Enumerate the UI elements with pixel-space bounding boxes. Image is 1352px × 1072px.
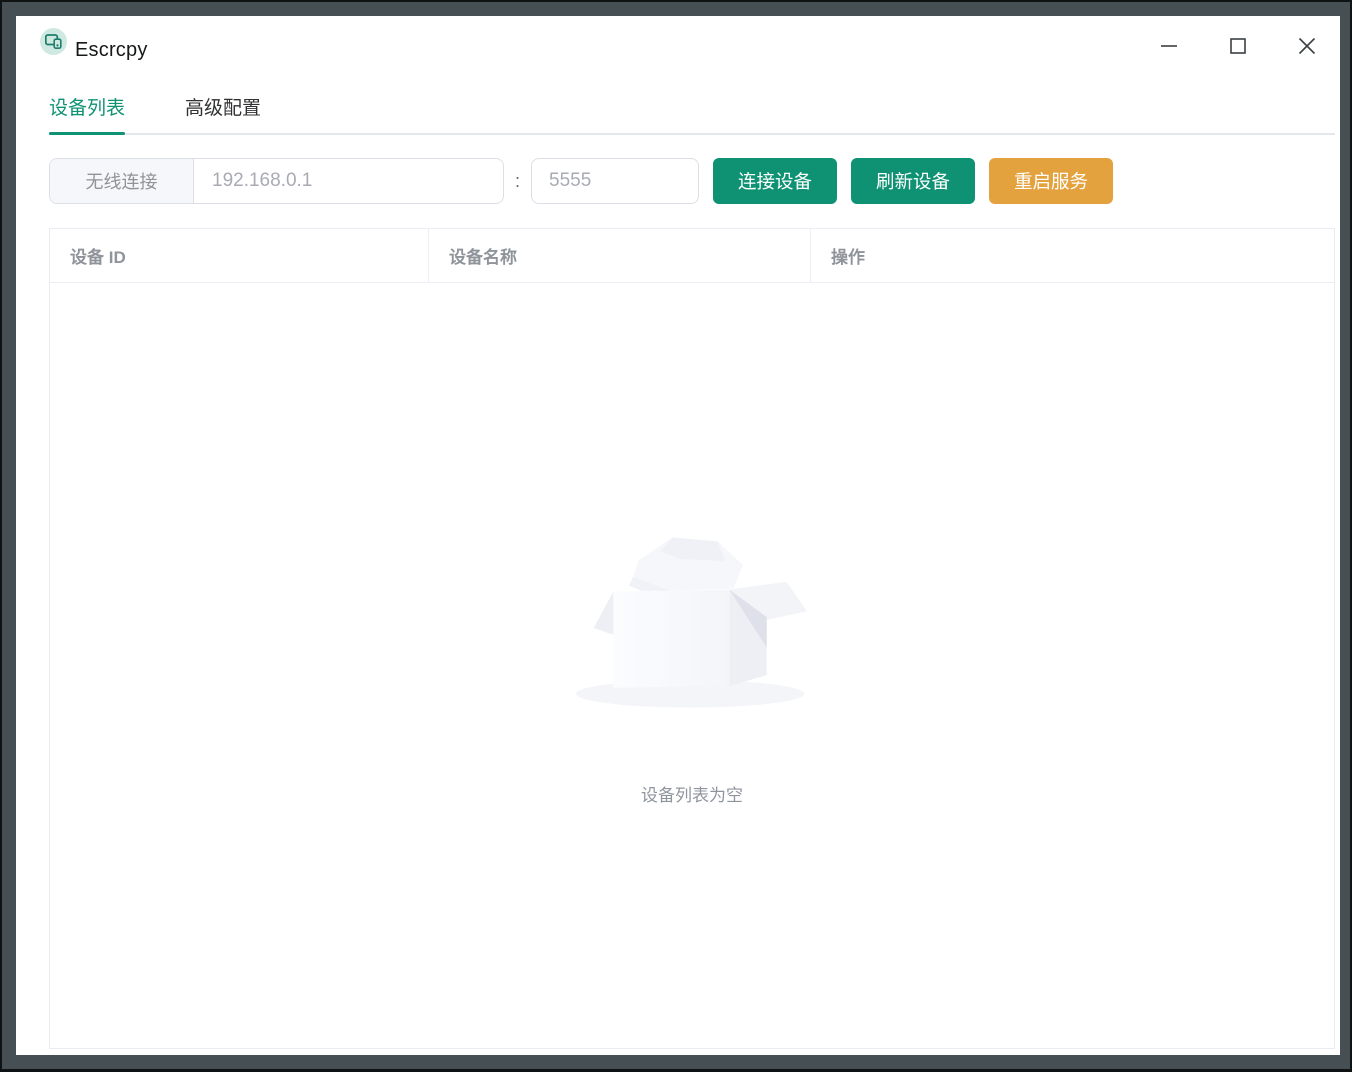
tab-device-list[interactable]: 设备列表 bbox=[49, 80, 125, 133]
titlebar: Escrcpy bbox=[16, 16, 1340, 78]
connection-toolbar: 无线连接 : 连接设备 刷新设备 重启服务 bbox=[49, 158, 1113, 204]
tab-bar: 设备列表 高级配置 bbox=[49, 80, 1335, 135]
restart-service-button[interactable]: 重启服务 bbox=[989, 158, 1113, 204]
tab-label: 高级配置 bbox=[185, 93, 261, 120]
column-header-actions: 操作 bbox=[811, 229, 1334, 282]
window-controls bbox=[1145, 30, 1330, 62]
wireless-connect-prepend: 无线连接 bbox=[50, 159, 194, 203]
connect-device-button[interactable]: 连接设备 bbox=[713, 158, 837, 204]
close-icon bbox=[1298, 37, 1316, 55]
window-frame: Escrcpy bbox=[2, 2, 1350, 1069]
wireless-address-group: 无线连接 bbox=[49, 158, 504, 204]
maximize-button[interactable] bbox=[1214, 30, 1261, 62]
device-table: 设备 ID 设备名称 操作 bbox=[49, 228, 1335, 1049]
port-separator: : bbox=[515, 171, 520, 192]
port-input[interactable] bbox=[531, 158, 699, 204]
refresh-device-button[interactable]: 刷新设备 bbox=[851, 158, 975, 204]
minimize-icon bbox=[1160, 37, 1178, 55]
app-logo-icon bbox=[40, 28, 67, 55]
minimize-button[interactable] bbox=[1145, 30, 1192, 62]
close-button[interactable] bbox=[1283, 30, 1330, 62]
maximize-icon bbox=[1230, 38, 1246, 54]
app-window: Escrcpy bbox=[16, 16, 1340, 1055]
table-empty-state: 设备列表为空 bbox=[50, 284, 1334, 1048]
ip-address-input[interactable] bbox=[194, 159, 503, 203]
empty-text: 设备列表为空 bbox=[641, 781, 743, 806]
column-header-device-name: 设备名称 bbox=[429, 229, 811, 282]
tab-label: 设备列表 bbox=[49, 93, 125, 120]
app-title: Escrcpy bbox=[75, 39, 148, 62]
table-header-row: 设备 ID 设备名称 操作 bbox=[50, 229, 1334, 283]
empty-box-illustration bbox=[574, 527, 810, 719]
column-header-device-id: 设备 ID bbox=[50, 229, 429, 282]
tab-advanced-config[interactable]: 高级配置 bbox=[185, 80, 261, 133]
